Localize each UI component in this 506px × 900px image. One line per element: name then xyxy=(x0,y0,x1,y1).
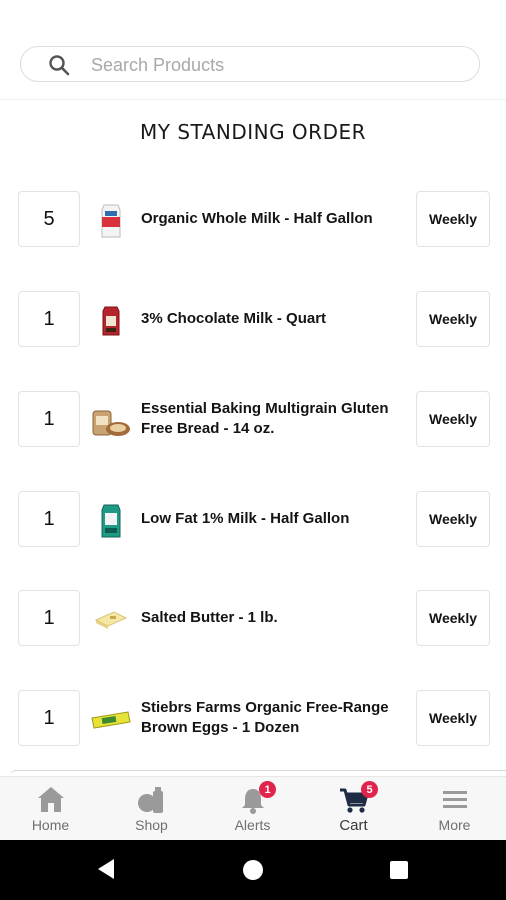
nav-home-label: Home xyxy=(31,817,70,833)
product-name[interactable]: 3% Chocolate Milk - Quart xyxy=(141,291,407,347)
nav-alerts[interactable]: 1 Alerts xyxy=(202,777,303,841)
frequency-button[interactable]: Weekly xyxy=(416,491,490,547)
list-item: 1 3% Chocolate Milk - Quart Weekly xyxy=(0,291,506,349)
search-icon xyxy=(49,55,70,76)
butter-icon xyxy=(94,611,128,629)
milk-carton-green-icon xyxy=(101,504,121,538)
quantity-input[interactable]: 1 xyxy=(18,291,80,347)
product-name[interactable]: Low Fat 1% Milk - Half Gallon xyxy=(141,491,407,547)
milk-carton-red-icon xyxy=(101,204,121,238)
nav-more[interactable]: More xyxy=(404,777,505,841)
frequency-button[interactable]: Weekly xyxy=(416,391,490,447)
home-circle-icon[interactable] xyxy=(243,860,263,880)
quantity-input[interactable]: 5 xyxy=(18,191,80,247)
product-name[interactable]: Stiebrs Farms Organic Free-Range Brown E… xyxy=(141,690,407,746)
frequency-button[interactable]: Weekly xyxy=(416,590,490,646)
home-icon xyxy=(38,787,64,812)
nav-shop[interactable]: Shop xyxy=(101,777,202,841)
egg-carton-icon xyxy=(91,711,131,729)
frequency-button[interactable]: Weekly xyxy=(416,291,490,347)
nav-home[interactable]: Home xyxy=(0,777,101,841)
nav-alerts-label: Alerts xyxy=(234,817,271,833)
list-item: 1 Low Fat 1% Milk - Half Gallon Weekly xyxy=(0,491,506,549)
product-name[interactable]: Essential Baking Multigrain Gluten Free … xyxy=(141,391,407,447)
cart-badge: 5 xyxy=(361,781,378,798)
recent-apps-icon[interactable] xyxy=(390,861,408,879)
bread-loaf-icon xyxy=(92,410,130,436)
list-item: 1 Essential Baking Multigrain Gluten Fre… xyxy=(0,391,506,449)
header-divider xyxy=(0,99,506,100)
quantity-input[interactable]: 1 xyxy=(18,690,80,746)
back-icon[interactable] xyxy=(96,858,116,880)
list-item: 5 Organic Whole Milk - Half Gallon Weekl… xyxy=(0,191,506,249)
hamburger-menu-icon xyxy=(443,791,467,808)
quantity-input[interactable]: 1 xyxy=(18,391,80,447)
quantity-input[interactable]: 1 xyxy=(18,590,80,646)
product-name[interactable]: Organic Whole Milk - Half Gallon xyxy=(141,191,407,247)
system-nav-bar xyxy=(0,840,506,900)
bottom-nav: Home Shop 1 Alerts 5 Cart More xyxy=(0,776,506,840)
search-input[interactable] xyxy=(89,47,453,83)
page-title: MY STANDING ORDER xyxy=(139,120,367,144)
quantity-input[interactable]: 1 xyxy=(18,491,80,547)
product-name[interactable]: Salted Butter - 1 lb. xyxy=(141,590,407,646)
frequency-button[interactable]: Weekly xyxy=(416,690,490,746)
nav-shop-label: Shop xyxy=(135,817,168,833)
chocolate-milk-carton-icon xyxy=(102,306,120,336)
alerts-badge: 1 xyxy=(259,781,276,798)
nav-cart-label: Cart xyxy=(339,817,368,834)
list-item: 1 Salted Butter - 1 lb. Weekly xyxy=(0,590,506,648)
nav-cart[interactable]: 5 Cart xyxy=(303,777,404,841)
shop-bag-icon xyxy=(138,787,163,813)
search-bar[interactable] xyxy=(20,46,480,83)
frequency-button[interactable]: Weekly xyxy=(416,191,490,247)
list-item: 1 Stiebrs Farms Organic Free-Range Brown… xyxy=(0,690,506,748)
nav-more-label: More xyxy=(438,817,471,833)
